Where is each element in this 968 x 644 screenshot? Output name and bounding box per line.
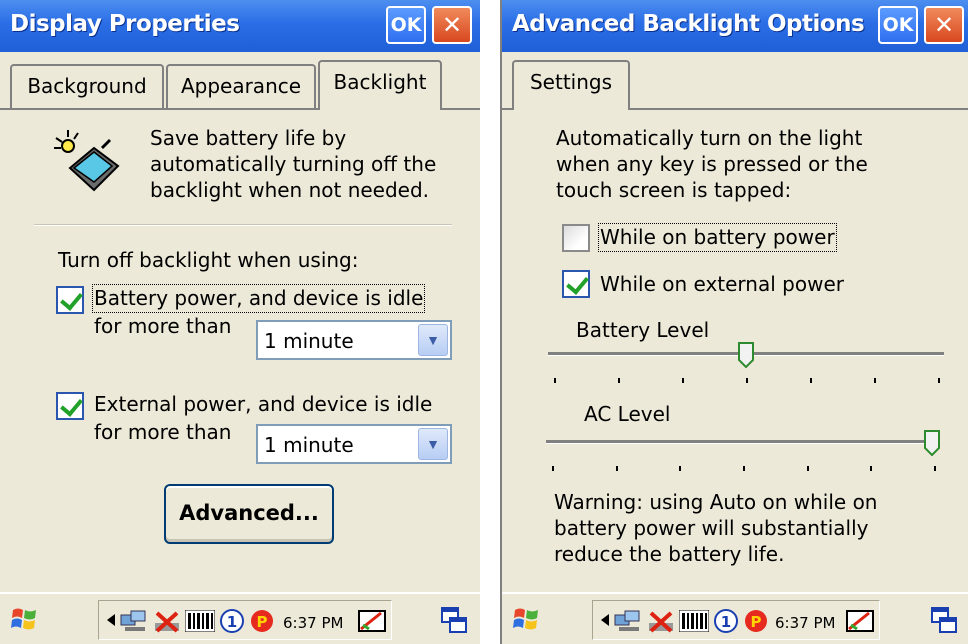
tab-backlight[interactable]: Backlight (318, 60, 442, 110)
ac-level-tick (806, 466, 809, 471)
auto-on-line-2: when any key is pressed or the (556, 152, 868, 176)
taskbar: 1 P 6:37 PM (502, 592, 968, 644)
battery-level-tick (554, 378, 556, 383)
ok-button[interactable]: OK (386, 6, 426, 44)
tab-settings[interactable]: Settings (512, 60, 630, 110)
ac-level-tick (934, 466, 936, 471)
window-switch-icon[interactable] (440, 606, 468, 634)
battery-no-charge-icon[interactable] (153, 609, 181, 635)
barcode-icon[interactable] (185, 610, 215, 632)
ac-level-tick (743, 466, 745, 471)
battery-level-tick (938, 378, 940, 383)
battery-level-tick (746, 378, 748, 383)
battery-for-more-than-label: for more than (94, 314, 232, 338)
ac-level-tick (615, 466, 618, 471)
system-tray: 1 P 6:37 PM (98, 600, 392, 640)
ac-level-tick (552, 466, 554, 471)
external-timeout-select[interactable]: 1 minute ▼ (256, 424, 452, 464)
on-battery-label[interactable]: While on battery power (598, 223, 837, 252)
windows-flag-icon[interactable] (512, 604, 542, 634)
ac-level-thumb[interactable] (924, 430, 940, 456)
description-line-1: Save battery life by (150, 126, 347, 150)
auto-on-line-1: Automatically turn on the light (556, 126, 863, 150)
window-title: Advanced Backlight Options (512, 11, 865, 37)
battery-no-charge-icon[interactable] (647, 609, 675, 635)
tab-appearance[interactable]: Appearance (166, 64, 316, 108)
external-idle-checkbox[interactable] (56, 392, 84, 420)
svg-text:1: 1 (721, 613, 731, 631)
p-icon[interactable]: P (249, 608, 275, 634)
external-timeout-value: 1 minute (264, 433, 354, 457)
warning-line-3: reduce the battery life. (554, 542, 785, 566)
display-properties-window: Display Properties OK ✕ Background Appea… (0, 0, 480, 644)
chevron-down-icon[interactable]: ▼ (418, 428, 448, 460)
battery-level-tick (874, 378, 876, 383)
clock[interactable]: 6:37 PM (775, 614, 835, 632)
p-icon[interactable]: P (743, 608, 769, 634)
arrow-left-icon[interactable] (601, 614, 609, 626)
battery-level-tick (618, 378, 620, 383)
advanced-backlight-window: Advanced Backlight Options OK ✕ Settings… (500, 0, 968, 644)
number-one-icon[interactable]: 1 (219, 608, 245, 634)
battery-timeout-select[interactable]: 1 minute ▼ (256, 320, 452, 360)
input-panel-icon[interactable] (357, 607, 387, 635)
ac-level-label: AC Level (584, 402, 671, 426)
window-switch-icon[interactable] (930, 606, 958, 634)
battery-timeout-value: 1 minute (264, 329, 354, 353)
battery-idle-label[interactable]: Battery power, and device is idle (91, 284, 426, 313)
battery-level-thumb[interactable] (738, 342, 754, 368)
close-button[interactable]: ✕ (924, 6, 964, 44)
input-panel-icon[interactable] (845, 607, 875, 635)
ok-button[interactable]: OK (878, 6, 918, 44)
battery-level-label: Battery Level (576, 318, 710, 342)
battery-idle-checkbox[interactable] (56, 286, 84, 314)
on-external-checkbox[interactable] (562, 270, 590, 298)
turn-off-label: Turn off backlight when using: (58, 248, 359, 272)
ac-level-tick (679, 466, 682, 471)
battery-level-tick (682, 378, 684, 383)
svg-text:P: P (751, 613, 762, 631)
description-line-3: backlight when not needed. (150, 178, 430, 202)
external-for-more-than-label: for more than (94, 420, 232, 444)
title-bar: Display Properties OK ✕ (0, 0, 480, 52)
windows-flag-icon[interactable] (10, 604, 40, 634)
on-external-label[interactable]: While on external power (600, 272, 844, 297)
warning-line-2: battery power will substantially (554, 516, 869, 540)
tab-background[interactable]: Background (10, 64, 164, 108)
on-battery-checkbox[interactable] (562, 224, 590, 252)
title-bar: Advanced Backlight Options OK ✕ (502, 0, 968, 52)
network-icon[interactable] (119, 609, 149, 633)
warning-line-1: Warning: using Auto on while on (554, 490, 878, 514)
number-one-icon[interactable]: 1 (713, 608, 739, 634)
taskbar: 1 P 6:37 PM (0, 592, 480, 644)
battery-level-tick (810, 378, 812, 383)
svg-text:1: 1 (227, 613, 237, 631)
advanced-button[interactable]: Advanced... (164, 484, 334, 544)
tab-row: Background Appearance Backlight (0, 52, 480, 110)
window-title: Display Properties (10, 11, 240, 37)
close-button[interactable]: ✕ (432, 6, 472, 44)
external-idle-label[interactable]: External power, and device is idle (94, 392, 432, 417)
divider (34, 224, 452, 226)
svg-text:P: P (257, 613, 268, 631)
system-tray: 1 P 6:37 PM (592, 600, 880, 640)
network-icon[interactable] (613, 609, 643, 633)
backlight-device-icon (54, 130, 120, 192)
ac-level-tick (870, 466, 873, 471)
auto-on-line-3: touch screen is tapped: (556, 178, 792, 202)
ac-level-track[interactable] (546, 440, 940, 444)
barcode-icon[interactable] (679, 610, 709, 632)
clock[interactable]: 6:37 PM (283, 614, 343, 632)
chevron-down-icon[interactable]: ▼ (418, 324, 448, 356)
description-line-2: automatically turning off the (150, 152, 437, 176)
arrow-left-icon[interactable] (107, 614, 115, 626)
tab-row: Settings (502, 52, 968, 110)
